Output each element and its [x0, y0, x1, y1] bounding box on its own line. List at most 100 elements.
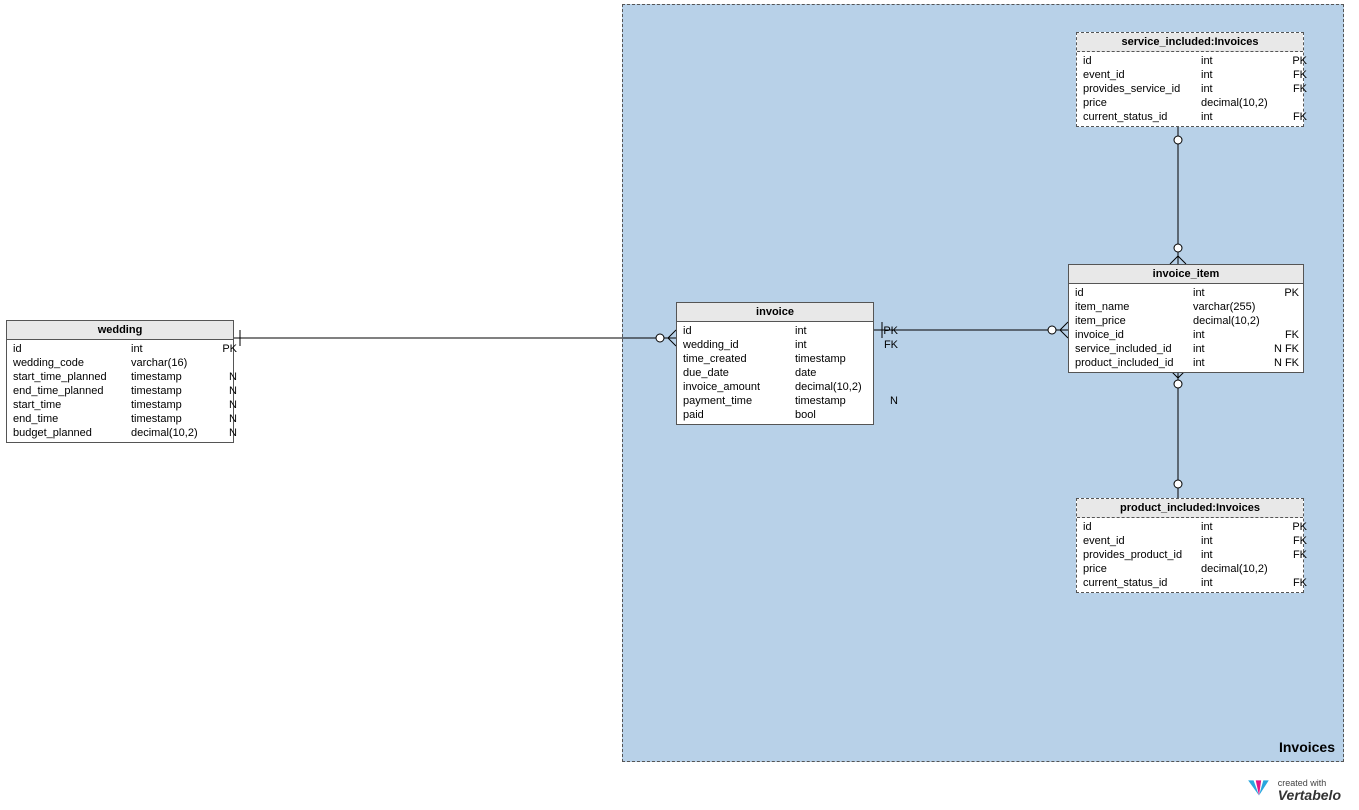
col-type: timestamp: [131, 384, 209, 398]
entity-row: item_namevarchar(255): [1075, 300, 1297, 314]
col-name: event_id: [1083, 534, 1201, 548]
col-key: FK: [1279, 110, 1307, 124]
col-type: timestamp: [131, 398, 209, 412]
col-key: [209, 356, 237, 370]
col-type: decimal(10,2): [1201, 562, 1279, 576]
entity-row: current_status_idintFK: [1083, 576, 1297, 590]
entity-product-included[interactable]: product_included:Invoices idintPKevent_i…: [1076, 498, 1304, 593]
col-name: price: [1083, 96, 1201, 110]
entity-wedding[interactable]: wedding idintPKwedding_codevarchar(16)st…: [6, 320, 234, 443]
col-type: int: [795, 324, 870, 338]
entity-row: pricedecimal(10,2): [1083, 96, 1297, 110]
entity-row: end_time_plannedtimestampN: [13, 384, 227, 398]
col-type: int: [1201, 68, 1279, 82]
col-name: start_time: [13, 398, 131, 412]
col-name: event_id: [1083, 68, 1201, 82]
col-type: int: [1201, 54, 1279, 68]
col-type: decimal(10,2): [131, 426, 209, 440]
entity-title: wedding: [7, 321, 233, 340]
col-type: decimal(10,2): [795, 380, 870, 394]
col-type: int: [1201, 576, 1279, 590]
col-type: int: [795, 338, 870, 352]
entity-row: start_timetimestampN: [13, 398, 227, 412]
vertabelo-icon: [1246, 776, 1272, 802]
col-key: PK: [1279, 54, 1307, 68]
entity-row: end_timetimestampN: [13, 412, 227, 426]
entity-row: idintPK: [683, 324, 867, 338]
col-name: payment_time: [683, 394, 795, 408]
col-name: price: [1083, 562, 1201, 576]
entity-row: due_datedate: [683, 366, 867, 380]
col-key: [1279, 96, 1307, 110]
col-key: N: [209, 426, 237, 440]
col-key: PK: [209, 342, 237, 356]
col-key: PK: [870, 324, 898, 338]
col-name: budget_planned: [13, 426, 131, 440]
col-type: int: [1201, 520, 1279, 534]
entity-invoice-item[interactable]: invoice_item idintPKitem_namevarchar(255…: [1068, 264, 1304, 373]
entity-row: event_idintFK: [1083, 68, 1297, 82]
col-name: item_name: [1075, 300, 1193, 314]
entity-body: idintPKevent_idintFKprovides_product_idi…: [1077, 518, 1303, 592]
entity-body: idintPKwedding_idintFKtime_createdtimest…: [677, 322, 873, 424]
col-key: [870, 366, 898, 380]
col-name: id: [13, 342, 131, 356]
entity-row: wedding_idintFK: [683, 338, 867, 352]
col-type: decimal(10,2): [1193, 314, 1271, 328]
col-name: id: [1083, 520, 1201, 534]
entity-row: invoice_amountdecimal(10,2): [683, 380, 867, 394]
col-name: current_status_id: [1083, 110, 1201, 124]
col-name: id: [1083, 54, 1201, 68]
col-type: int: [1201, 548, 1279, 562]
col-key: FK: [1279, 576, 1307, 590]
col-name: end_time: [13, 412, 131, 426]
entity-body: idintPKwedding_codevarchar(16)start_time…: [7, 340, 233, 442]
entity-row: invoice_idintFK: [1075, 328, 1297, 342]
col-key: FK: [1279, 534, 1307, 548]
col-key: [1271, 314, 1299, 328]
col-name: wedding_id: [683, 338, 795, 352]
col-key: N: [209, 384, 237, 398]
col-type: int: [1201, 110, 1279, 124]
col-key: N FK: [1271, 342, 1299, 356]
col-name: invoice_amount: [683, 380, 795, 394]
entity-row: item_pricedecimal(10,2): [1075, 314, 1297, 328]
entity-row: idintPK: [13, 342, 227, 356]
entity-row: time_createdtimestamp: [683, 352, 867, 366]
entity-row: start_time_plannedtimestampN: [13, 370, 227, 384]
col-name: due_date: [683, 366, 795, 380]
col-key: [870, 380, 898, 394]
entity-service-included[interactable]: service_included:Invoices idintPKevent_i…: [1076, 32, 1304, 127]
col-name: time_created: [683, 352, 795, 366]
entity-title: invoice: [677, 303, 873, 322]
col-type: int: [1201, 534, 1279, 548]
entity-row: provides_product_idintFK: [1083, 548, 1297, 562]
entity-row: event_idintFK: [1083, 534, 1297, 548]
entity-row: idintPK: [1083, 520, 1297, 534]
col-name: service_included_id: [1075, 342, 1193, 356]
col-key: FK: [1279, 82, 1307, 96]
col-key: N: [870, 394, 898, 408]
entity-row: payment_timetimestampN: [683, 394, 867, 408]
col-name: id: [1075, 286, 1193, 300]
col-type: bool: [795, 408, 870, 422]
entity-title: product_included:Invoices: [1077, 499, 1303, 518]
entity-row: budget_planneddecimal(10,2)N: [13, 426, 227, 440]
col-key: [1271, 300, 1299, 314]
entity-row: wedding_codevarchar(16): [13, 356, 227, 370]
entity-row: idintPK: [1083, 54, 1297, 68]
col-type: int: [1193, 286, 1271, 300]
col-key: [870, 408, 898, 422]
col-name: paid: [683, 408, 795, 422]
entity-invoice[interactable]: invoice idintPKwedding_idintFKtime_creat…: [676, 302, 874, 425]
col-type: decimal(10,2): [1201, 96, 1279, 110]
col-type: timestamp: [795, 352, 870, 366]
entity-body: idintPKitem_namevarchar(255)item_pricede…: [1069, 284, 1303, 372]
col-key: PK: [1279, 520, 1307, 534]
vertabelo-logo: created with Vertabelo: [1246, 776, 1341, 802]
col-type: varchar(16): [131, 356, 209, 370]
col-key: [870, 352, 898, 366]
col-name: product_included_id: [1075, 356, 1193, 370]
col-name: current_status_id: [1083, 576, 1201, 590]
col-name: wedding_code: [13, 356, 131, 370]
